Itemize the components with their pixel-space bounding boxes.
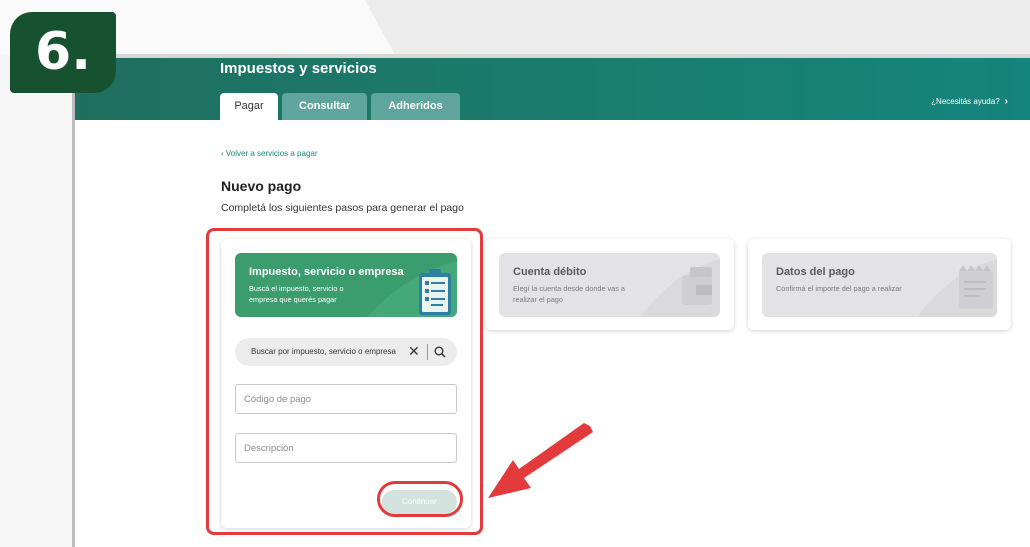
chevron-right-icon: ›	[1004, 96, 1008, 107]
page-title: Nuevo pago	[221, 178, 302, 194]
tab-adheridos[interactable]: Adheridos	[371, 93, 460, 120]
step-number-badge: 6.	[10, 12, 116, 93]
step-description-line: Confirmá el importe del pago a realizar	[776, 284, 902, 293]
chevron-left-icon: ‹	[221, 149, 224, 158]
step-card-debit-account: Cuenta débito Elegí la cuenta desde dond…	[485, 239, 734, 330]
step-card-payment-data: Datos del pago Confirmá el importe del p…	[748, 239, 1011, 330]
step-description-line: realizar el pago	[513, 295, 563, 304]
step-description: Elegí la cuenta desde donde vas a realiz…	[513, 283, 625, 305]
highlight-continue-button	[377, 481, 463, 517]
page-section-title: Impuestos y servicios	[220, 60, 377, 77]
back-link[interactable]: ‹ Volver a servicios a pagar	[221, 149, 318, 158]
step-banner-inactive: Cuenta débito Elegí la cuenta desde dond…	[499, 253, 720, 317]
page-subtitle: Completá los siguientes pasos para gener…	[221, 202, 464, 214]
step-banner-inactive: Datos del pago Confirmá el importe del p…	[762, 253, 997, 317]
step-title: Cuenta débito	[513, 266, 587, 278]
help-link-label: ¿Necesitás ayuda?	[931, 97, 1000, 106]
step-description-line: Elegí la cuenta desde donde vas a	[513, 284, 625, 293]
red-arrow-icon	[488, 423, 593, 498]
tab-bar: Pagar Consultar Adheridos	[220, 93, 460, 120]
back-link-label: Volver a servicios a pagar	[225, 149, 318, 158]
help-link[interactable]: ¿Necesitás ayuda? ›	[931, 96, 1008, 107]
tab-consultar[interactable]: Consultar	[282, 93, 368, 120]
receipt-icon	[917, 259, 997, 317]
app-header: Impuestos y servicios Pagar Consultar Ad…	[75, 58, 1030, 120]
step-description: Confirmá el importe del pago a realizar	[776, 283, 902, 294]
wallet-icon	[640, 259, 720, 317]
step-title: Datos del pago	[776, 266, 855, 278]
tab-pagar[interactable]: Pagar	[220, 93, 278, 120]
